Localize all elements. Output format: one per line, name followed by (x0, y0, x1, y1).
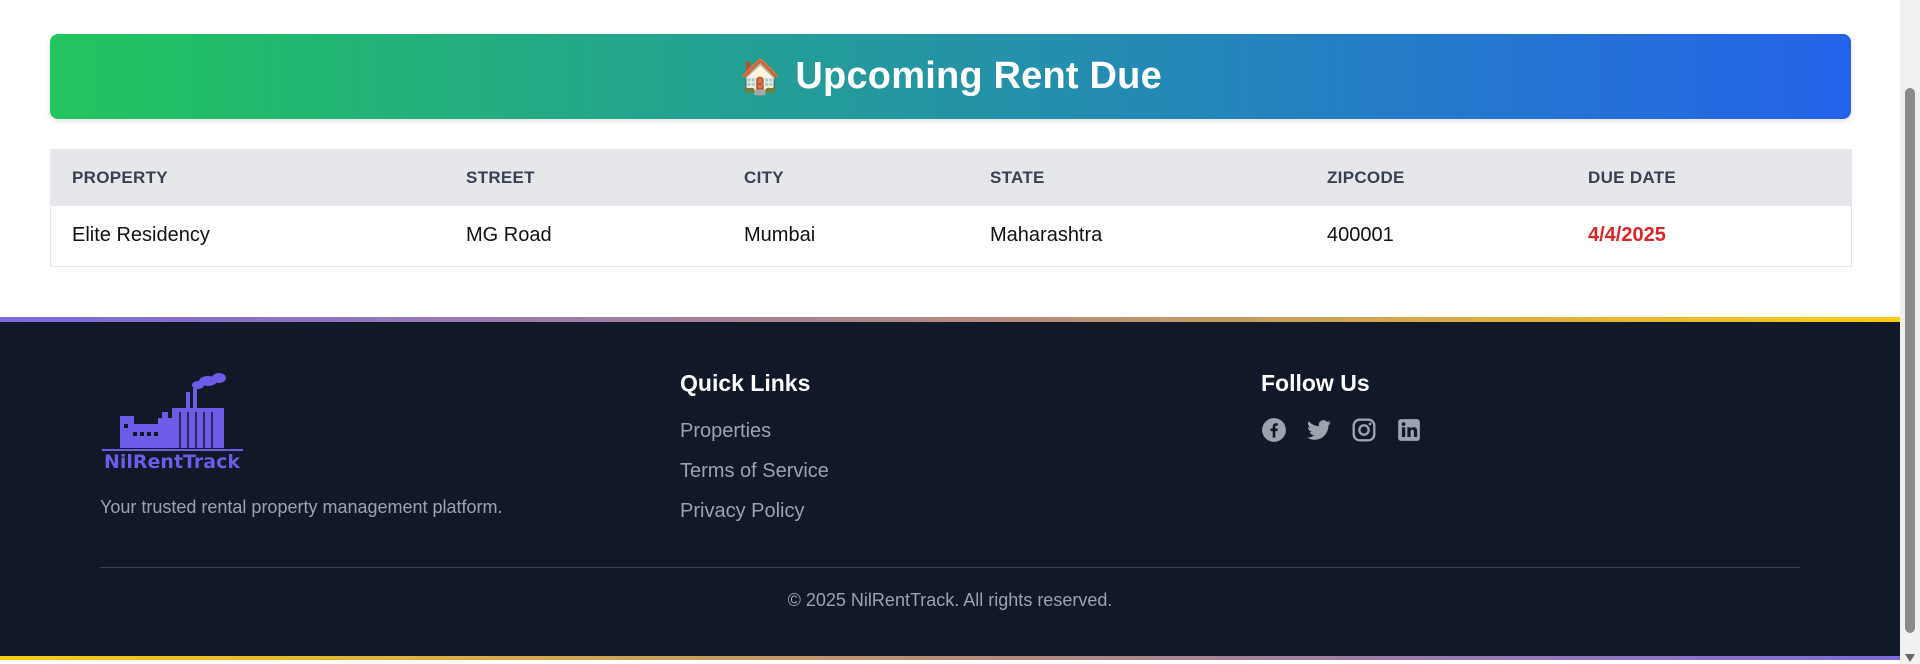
footer-link-privacy-policy[interactable]: Privacy Policy (680, 500, 804, 523)
quick-links-heading: Quick Links (680, 370, 811, 396)
copyright-text: © 2025 NilRentTrack. All rights reserved… (787, 590, 1113, 610)
footer: NilRentTrack Your trusted rental propert… (0, 317, 1900, 660)
page: 🏠 Upcoming Rent Due PROPERTY STREET CITY… (0, 0, 1900, 664)
brand-name: NilRentTrack (104, 451, 240, 472)
cell-zipcode: 400001 (1327, 224, 1394, 246)
column-header-street: STREET (466, 168, 535, 187)
linkedin-icon[interactable] (1396, 417, 1422, 443)
twitter-icon[interactable] (1306, 417, 1332, 443)
scroll-down-arrow-icon[interactable] (1905, 654, 1915, 662)
footer-divider (100, 567, 1800, 568)
column-header-zipcode: ZIPCODE (1327, 168, 1405, 187)
cell-due-date: 4/4/2025 (1588, 224, 1666, 246)
column-header-state: STATE (990, 168, 1045, 187)
facebook-icon[interactable] (1261, 417, 1287, 443)
column-header-city: CITY (744, 168, 784, 187)
scrollbar-thumb[interactable] (1905, 88, 1915, 633)
footer-tagline: Your trusted rental property management … (100, 497, 503, 517)
table-header-row: PROPERTY STREET CITY STATE ZIPCODE DUE D… (51, 150, 1851, 206)
cell-city: Mumbai (744, 224, 816, 246)
house-icon: 🏠 (739, 57, 782, 96)
cell-state: Maharashtra (990, 224, 1103, 246)
table-row: Elite Residency MG Road Mumbai Maharasht… (51, 206, 1851, 265)
follow-us-heading: Follow Us (1261, 370, 1370, 396)
footer-link-terms-of-service[interactable]: Terms of Service (680, 460, 829, 483)
footer-link-properties[interactable]: Properties (680, 420, 771, 443)
instagram-icon[interactable] (1351, 417, 1377, 443)
upcoming-rent-banner: 🏠 Upcoming Rent Due (50, 34, 1851, 119)
rent-due-table: PROPERTY STREET CITY STATE ZIPCODE DUE D… (50, 149, 1852, 267)
cell-street: MG Road (466, 224, 552, 246)
banner-title: Upcoming Rent Due (795, 55, 1162, 97)
brand-logo[interactable]: NilRentTrack (100, 372, 245, 473)
column-header-due-date: DUE DATE (1588, 168, 1677, 187)
vertical-scrollbar[interactable] (1900, 0, 1920, 664)
cell-property: Elite Residency (72, 224, 210, 246)
column-header-property: PROPERTY (72, 168, 168, 187)
